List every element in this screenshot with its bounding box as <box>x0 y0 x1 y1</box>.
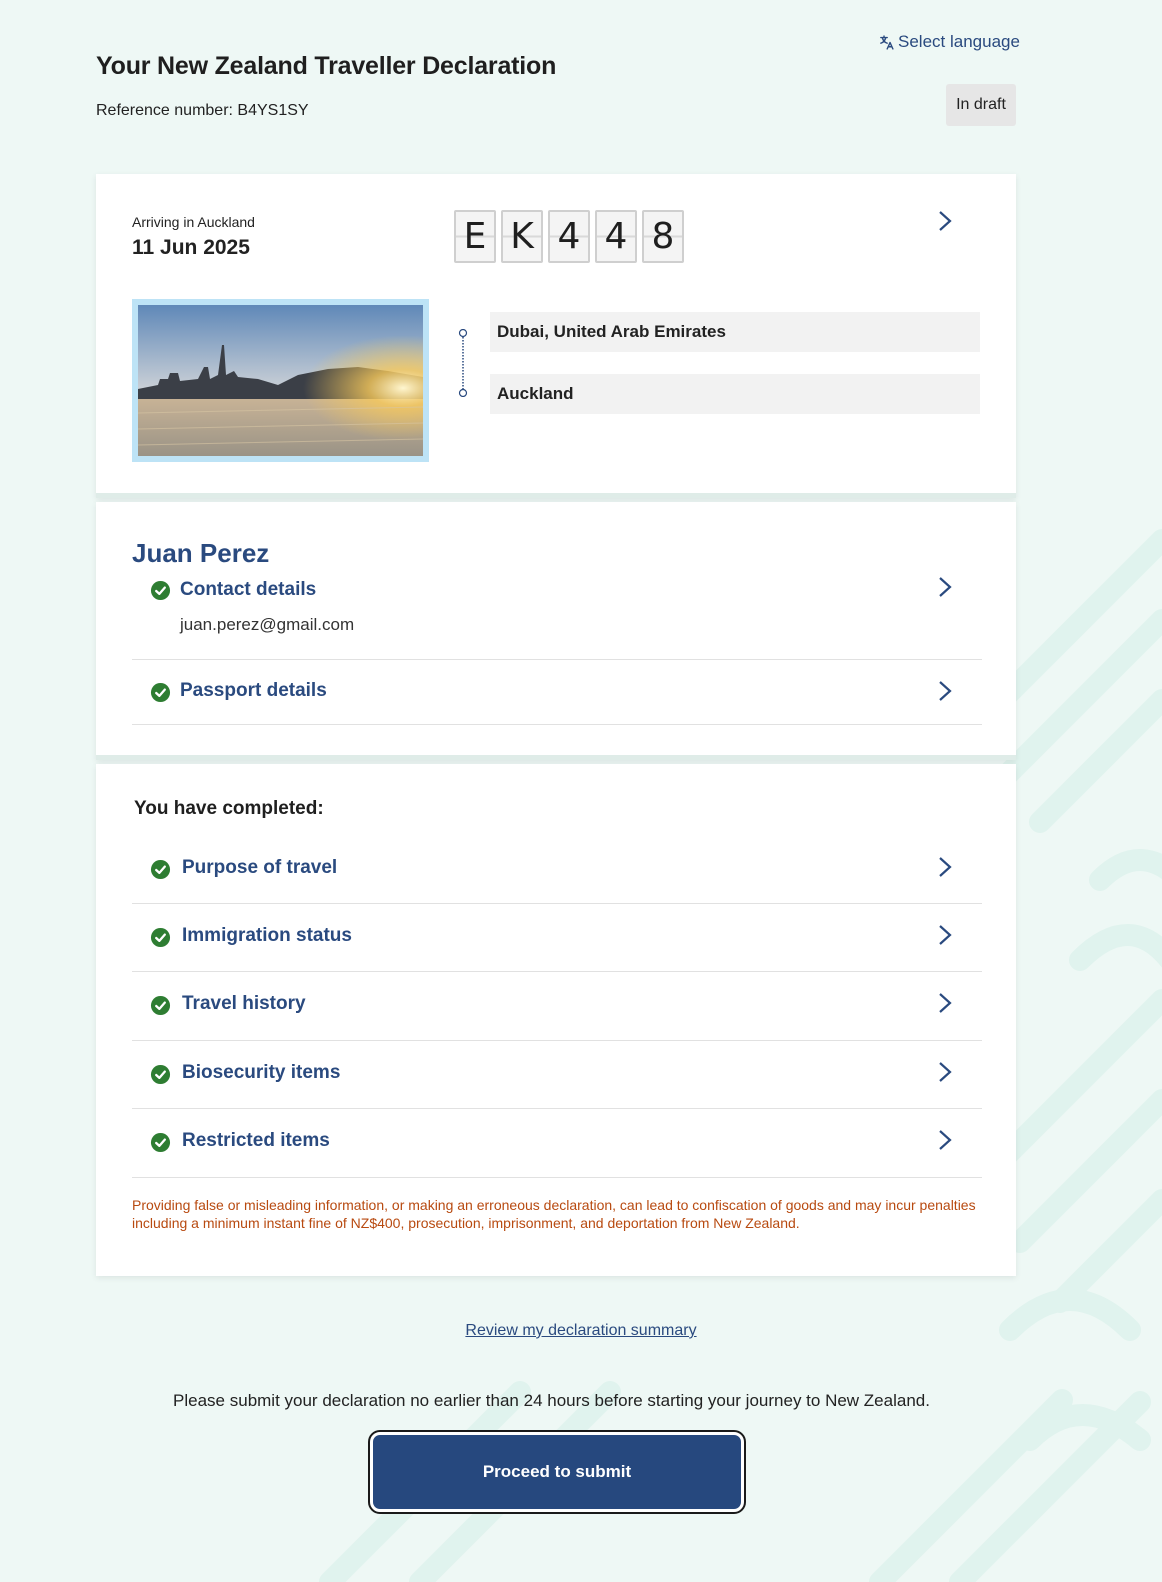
chevron-right-icon <box>936 856 954 878</box>
check-circle-icon <box>150 927 171 948</box>
review-summary-link[interactable]: Review my declaration summary <box>465 1322 696 1339</box>
select-language-link[interactable]: Select language <box>878 32 1020 52</box>
section-row-travel-history[interactable]: Travel history <box>132 972 982 1041</box>
chevron-right-icon <box>936 924 954 946</box>
check-circle-icon <box>150 1132 171 1153</box>
flight-number-char: K <box>501 210 543 263</box>
flight-number-char: E <box>454 210 496 263</box>
proceed-to-submit-button[interactable]: Proceed to submit <box>368 1430 746 1514</box>
section-row-immigration-status[interactable]: Immigration status <box>132 904 982 972</box>
section-label: Immigration status <box>182 925 352 946</box>
chevron-right-icon <box>936 992 954 1014</box>
section-label: Purpose of travel <box>182 857 338 878</box>
chevron-right-icon <box>936 1129 954 1151</box>
section-label: Restricted items <box>182 1130 330 1151</box>
section-row-biosecurity-items[interactable]: Biosecurity items <box>132 1041 982 1109</box>
destination-airport: Auckland <box>490 374 980 414</box>
section-row-purpose-of-travel[interactable]: Purpose of travel <box>132 835 982 904</box>
flight-edit-chevron-icon[interactable] <box>936 210 954 232</box>
arriving-label: Arriving in Auckland <box>132 214 255 230</box>
chevron-right-icon <box>936 1061 954 1083</box>
chevron-right-icon <box>936 576 954 598</box>
auckland-photo <box>132 299 429 462</box>
section-label: Travel history <box>182 993 306 1014</box>
check-circle-icon <box>150 580 171 601</box>
traveller-card: Juan Perez Contact details juan.perez@gm… <box>96 502 1016 760</box>
status-badge: In draft <box>946 84 1016 126</box>
flight-card: Arriving in Auckland 11 Jun 2025 E K 4 4… <box>96 174 1016 498</box>
reference-number: Reference number: B4YS1SY <box>96 102 309 119</box>
route-line <box>458 329 468 397</box>
flight-number-char: 4 <box>548 210 590 263</box>
traveller-name: Juan Perez <box>132 538 270 568</box>
page-title: Your New Zealand Traveller Declaration <box>96 52 557 80</box>
origin-airport: Dubai, United Arab Emirates <box>490 312 980 352</box>
check-circle-icon <box>150 1064 171 1085</box>
check-circle-icon <box>150 859 171 880</box>
submit-timing-note: Please submit your declaration no earlie… <box>173 1391 930 1410</box>
translate-icon <box>880 34 894 50</box>
check-circle-icon <box>150 995 171 1016</box>
contact-email: juan.perez@gmail.com <box>180 615 355 634</box>
contact-details-label: Contact details <box>180 579 317 600</box>
passport-details-row[interactable]: Passport details <box>132 660 982 725</box>
false-declaration-warning: Providing false or misleading informatio… <box>132 1197 976 1231</box>
flight-number-char: 8 <box>642 210 684 263</box>
section-row-restricted-items[interactable]: Restricted items <box>132 1109 982 1178</box>
flight-number-char: 4 <box>595 210 637 263</box>
completed-heading: You have completed: <box>134 798 324 819</box>
select-language-label: Select language <box>898 32 1020 51</box>
arrival-date: 11 Jun 2025 <box>132 236 250 259</box>
contact-details-row[interactable]: Contact details juan.perez@gmail.com <box>132 570 982 660</box>
chevron-right-icon <box>936 680 954 702</box>
passport-details-label: Passport details <box>180 680 327 701</box>
section-label: Biosecurity items <box>182 1062 341 1083</box>
check-circle-icon <box>150 682 171 703</box>
completed-sections-card: You have completed: Purpose of travel Im… <box>96 764 1016 1276</box>
flight-number-board: E K 4 4 8 <box>454 210 684 263</box>
review-summary-link-wrap: Review my declaration summary <box>0 1322 1162 1340</box>
